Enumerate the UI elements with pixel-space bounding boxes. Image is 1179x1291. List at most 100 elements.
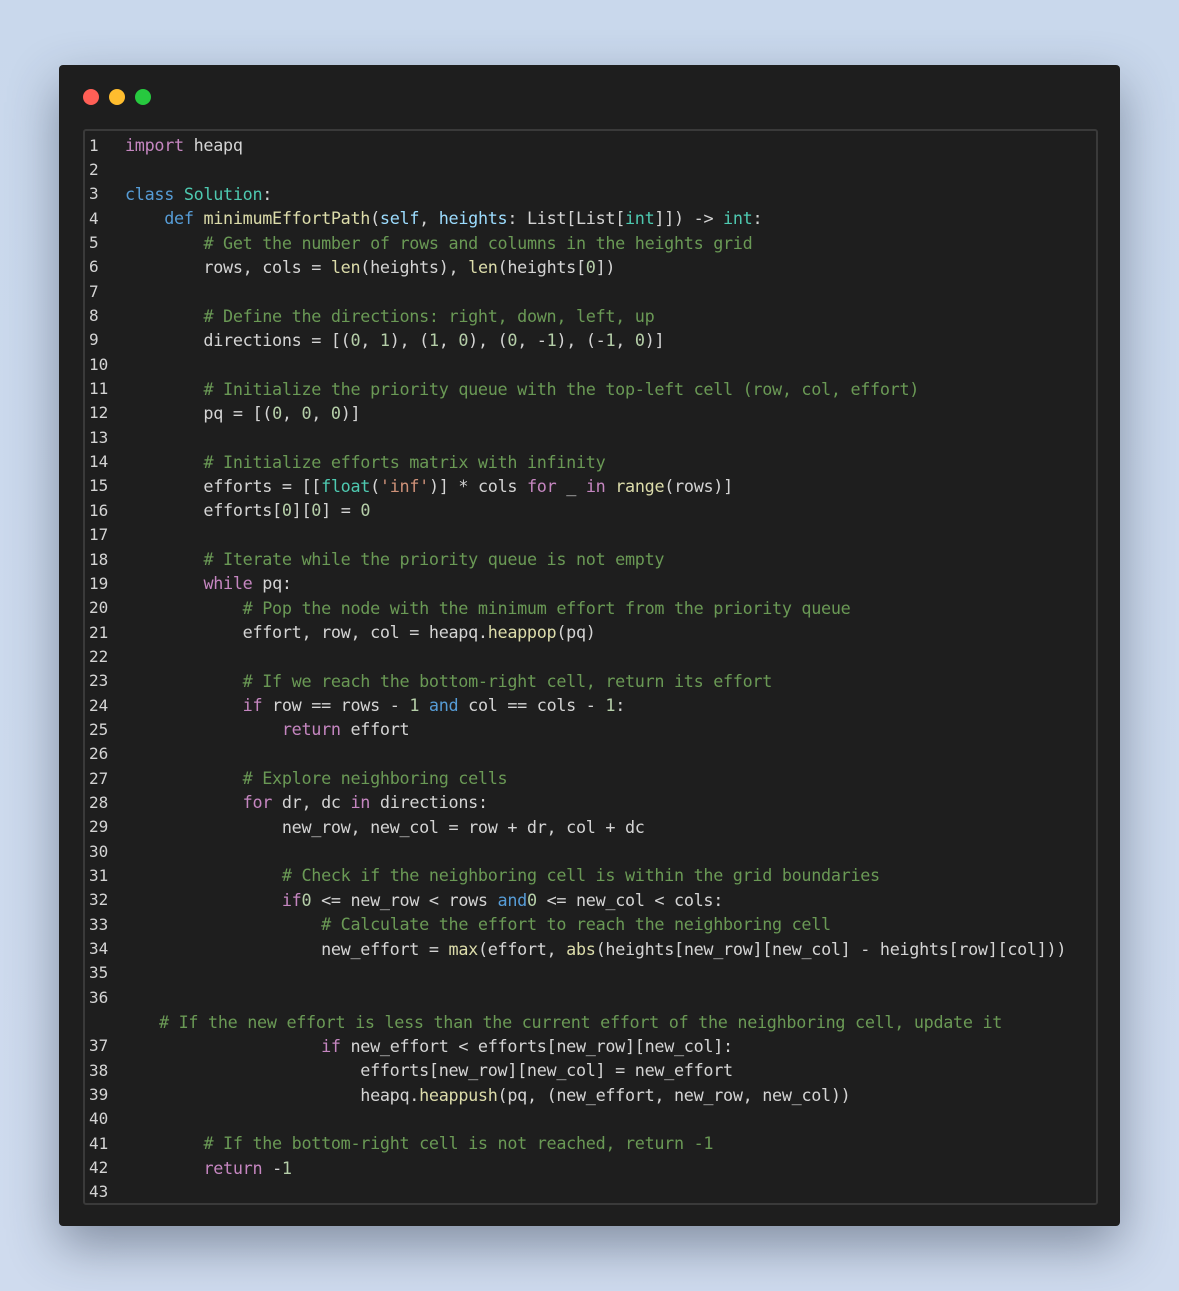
line-number: 17 bbox=[89, 525, 109, 545]
code-line: 35 bbox=[85, 961, 1096, 985]
code-token: 1 bbox=[605, 329, 616, 350]
code-token: int bbox=[625, 208, 655, 229]
line-number: 36 bbox=[89, 987, 109, 1007]
code-token: class bbox=[125, 183, 184, 204]
code-line: 21 effort, row, col = heapq.heappop(pq) bbox=[85, 620, 1096, 644]
code-token: , bbox=[438, 329, 459, 350]
code-line: 5 # Get the number of rows and columns i… bbox=[85, 230, 1096, 254]
code-text: # If the bottom-right cell is not reache… bbox=[119, 1133, 713, 1153]
line-number: 38 bbox=[89, 1060, 109, 1080]
code-line: 33 # Calculate the effort to reach the n… bbox=[85, 912, 1096, 936]
code-token: : bbox=[752, 208, 763, 229]
code-line: 23 # If we reach the bottom-right cell, … bbox=[85, 669, 1096, 693]
code-token: dr, dc bbox=[272, 792, 351, 813]
code-token: # If we reach the bottom-right cell, ret… bbox=[242, 670, 773, 691]
code-window: 1 import heapq 2 3 class Solution: 4 def mini… bbox=[59, 65, 1120, 1226]
code-token: ]) bbox=[595, 256, 616, 277]
code-token: 0 bbox=[301, 402, 312, 423]
code-line: 25 return effort bbox=[85, 717, 1096, 741]
code-token: effort, row, col = heapq. bbox=[125, 622, 488, 643]
code-token: (effort, bbox=[477, 938, 567, 959]
code-token: # Explore neighboring cells bbox=[242, 768, 508, 789]
code-text: new_effort = max(effort, abs(heights[new… bbox=[119, 939, 1066, 959]
code-token: while bbox=[203, 573, 253, 594]
line-number: 12 bbox=[89, 403, 109, 423]
line-number: 29 bbox=[89, 817, 109, 837]
code-text: def minimumEffortPath(self, heights: Lis… bbox=[119, 208, 762, 228]
code-text: directions = [(0, 1), (1, 0), (0, -1), (… bbox=[119, 330, 664, 350]
code-token: Solution bbox=[183, 183, 263, 204]
code-token: 0 bbox=[281, 500, 292, 521]
code-token: # Check if the neighboring cell is withi… bbox=[281, 865, 880, 886]
code-token: 0 bbox=[526, 889, 537, 910]
code-token: new_effort = bbox=[125, 938, 449, 959]
line-number: 11 bbox=[89, 379, 109, 399]
code-token: # If the new effort is less than the cur… bbox=[159, 1011, 1003, 1032]
code-token: ), ( bbox=[468, 329, 508, 350]
code-token: 1 bbox=[379, 329, 390, 350]
code-token: directions: bbox=[370, 792, 488, 813]
code-token: 1 bbox=[546, 329, 557, 350]
code-token: new_row, new_col = row + dr, col + dc bbox=[125, 816, 645, 837]
code-token: and bbox=[497, 889, 528, 910]
close-dot-icon[interactable] bbox=[83, 89, 99, 105]
code-line: 1 import heapq bbox=[85, 133, 1096, 157]
code-line: 38 efforts[new_row][new_col] = new_effor… bbox=[85, 1058, 1096, 1082]
code-token: - bbox=[262, 1157, 282, 1178]
line-number: 33 bbox=[89, 914, 109, 934]
code-text: # Explore neighboring cells bbox=[119, 768, 508, 789]
minimize-dot-icon[interactable] bbox=[109, 89, 125, 105]
code-line: 16 efforts[0][0] = 0 bbox=[85, 498, 1096, 522]
code-token: row == rows - bbox=[262, 695, 410, 716]
line-number: 18 bbox=[89, 549, 109, 569]
code-token: # Calculate the effort to reach the neig… bbox=[321, 914, 831, 935]
code-text: efforts = [[float('inf')] * cols for _ i… bbox=[119, 476, 733, 496]
code-token: 0 bbox=[360, 500, 371, 521]
code-text: # Define the directions: right, down, le… bbox=[119, 306, 654, 326]
code-line: 37 if new_effort < efforts[new_row][new_… bbox=[85, 1034, 1096, 1058]
code-text: # Pop the node with the minimum effort f… bbox=[119, 598, 851, 618]
code-token: , - bbox=[517, 329, 547, 350]
code-token: ] = bbox=[321, 500, 361, 521]
code-token: 0 bbox=[272, 402, 282, 423]
code-text: pq = [(0, 0, 0)] bbox=[119, 403, 360, 423]
code-token: (heights), bbox=[360, 256, 469, 277]
line-number: 32 bbox=[89, 890, 109, 910]
code-token: self bbox=[379, 208, 420, 229]
code-line: # If the new effort is less than the cur… bbox=[85, 1009, 1096, 1033]
code-token: col == cols - bbox=[458, 695, 606, 716]
code-token: minimumEffortPath bbox=[203, 208, 371, 229]
code-token: len bbox=[468, 256, 498, 277]
code-token: def bbox=[164, 208, 204, 229]
maximize-dot-icon[interactable] bbox=[135, 89, 151, 105]
code-line: 40 bbox=[85, 1107, 1096, 1131]
line-number: 42 bbox=[89, 1158, 109, 1178]
code-token: efforts = [[ bbox=[125, 475, 322, 496]
code-token: : bbox=[615, 695, 626, 716]
code-token: in bbox=[585, 475, 606, 496]
code-token: ), ( bbox=[389, 329, 430, 350]
code-token: )] bbox=[644, 329, 665, 350]
code-line: 4 def minimumEffortPath(self, heights: L… bbox=[85, 206, 1096, 230]
code-line: 13 bbox=[85, 425, 1096, 449]
code-token: and bbox=[419, 695, 459, 716]
code-token: return bbox=[281, 719, 341, 740]
code-text: import heapq bbox=[119, 135, 243, 155]
line-number: 43 bbox=[89, 1182, 109, 1202]
code-token: rows, cols = bbox=[125, 256, 331, 277]
code-token: (pq, (new_effort, new_row, new_col)) bbox=[497, 1084, 851, 1105]
code-token: 0 bbox=[585, 256, 596, 277]
code-token: <= new_col < cols: bbox=[536, 889, 724, 910]
line-number: 5 bbox=[89, 233, 99, 253]
code-line: 18 # Iterate while the priority queue is… bbox=[85, 547, 1096, 571]
code-editor[interactable]: 1 import heapq 2 3 class Solution: 4 def mini… bbox=[83, 129, 1098, 1205]
window-controls bbox=[83, 89, 151, 105]
code-token: float bbox=[321, 475, 371, 496]
code-text: if new_effort < efforts[new_row][new_col… bbox=[119, 1036, 733, 1056]
code-token: : bbox=[262, 183, 273, 204]
